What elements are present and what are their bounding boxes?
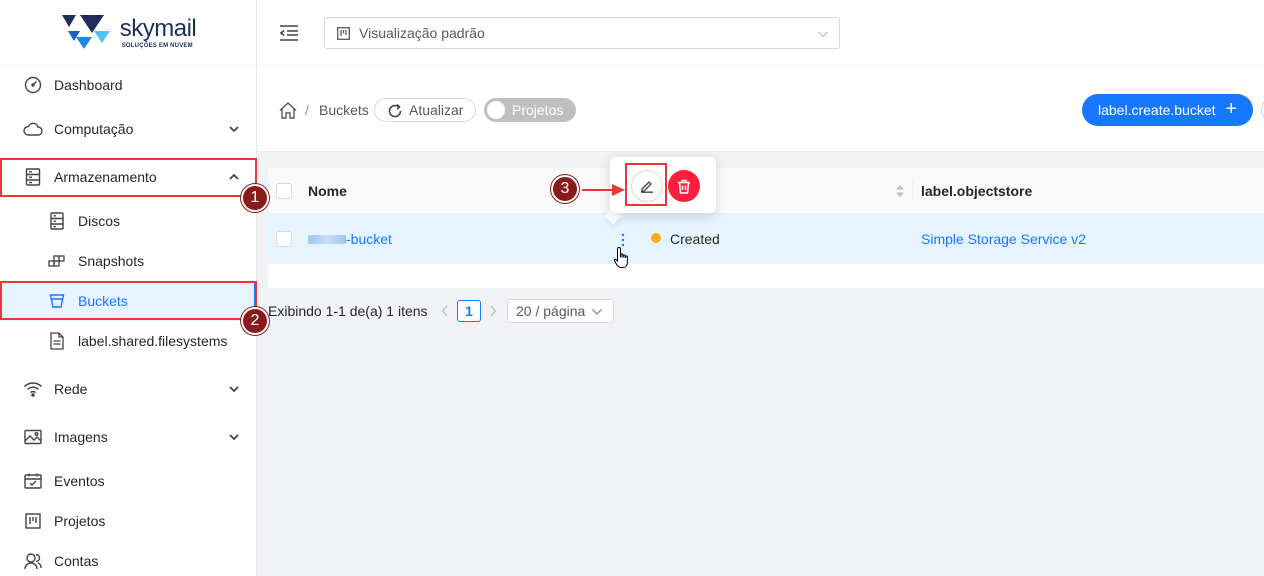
refresh-button[interactable]: Atualizar [374,98,476,122]
sidebar-item-label: Projetos [54,513,106,529]
page-1-button[interactable]: 1 [457,300,481,322]
status-text: Created [670,231,720,247]
status-dot-icon [651,233,661,243]
highlight-armazenamento [0,158,257,197]
refresh-label: Atualizar [409,102,464,118]
sidebar-item-snapshots[interactable]: Snapshots [0,241,257,281]
sidebar-item-label: Snapshots [78,253,145,269]
objectstore-link[interactable]: Simple Storage Service v2 [921,231,1086,247]
chevron-left-icon[interactable] [440,304,450,318]
select-all-checkbox[interactable] [276,183,292,199]
chevron-down-icon [229,126,239,133]
annotation-arrow-icon [582,184,625,196]
chevron-down-icon [592,309,602,315]
sidebar-item-shared-filesystems[interactable]: label.shared.filesystems [0,321,257,361]
sidebar-item-dashboard[interactable]: Dashboard [0,65,257,105]
sidebar-item-computacao[interactable]: Computação [0,109,257,149]
project-icon [337,27,350,40]
column-header-objectstore[interactable]: label.objectstore [921,183,1032,199]
chevron-right-icon[interactable] [488,304,498,318]
highlight-buckets [0,281,257,320]
cloud-icon [23,120,43,138]
chevron-down-icon [229,386,239,393]
annotation-badge-2: 2 [241,307,269,335]
view-selector-value: Visualização padrão [359,25,485,41]
chevron-down-icon [818,31,828,38]
projects-toggle-label: Projetos [512,102,564,118]
snapshot-icon [47,252,67,270]
page-header: / Buckets Atualizar Projetos label.creat… [257,66,1264,152]
sidebar-item-label: Contas [54,553,99,569]
sidebar-item-rede[interactable]: Rede [0,369,257,409]
sidebar-item-discos[interactable]: Discos [0,201,257,241]
sidebar: skymail SOLUÇÕES EM NUVEM Dashboard Comp… [0,0,257,576]
bucket-name-link[interactable]: -bucket [308,231,392,247]
menu-fold-icon[interactable] [279,24,299,42]
column-divider [912,180,913,202]
annotation-badge-1: 1 [241,184,269,212]
table-row[interactable]: -bucket Created Simple Storage Service v… [268,214,1264,264]
projects-toggle[interactable]: Projetos [484,98,576,122]
highlight-edit [625,163,667,206]
sidebar-item-label: Rede [54,381,88,397]
sidebar-item-label: Eventos [54,473,105,489]
breadcrumb-separator: / [305,102,309,118]
logo[interactable]: skymail SOLUÇÕES EM NUVEM [0,0,256,66]
pagination-summary: Exibindo 1-1 de(a) 1 itens [268,303,428,319]
sidebar-item-label: Imagens [54,429,108,445]
reload-icon [388,103,402,118]
sidebar-item-imagens[interactable]: Imagens [0,417,257,457]
sidebar-item-label: Dashboard [54,77,123,93]
create-bucket-button[interactable]: label.create.bucket + [1082,94,1253,126]
users-icon [23,552,43,570]
sidebar-item-projetos[interactable]: Projetos [0,501,257,541]
file-icon [47,332,67,350]
create-bucket-label: label.create.bucket [1098,102,1216,118]
annotation-badge-3: 3 [551,175,579,203]
disk-icon [47,212,67,230]
top-header: Visualização padrão [257,0,1264,66]
column-header-nome[interactable]: Nome [308,183,347,199]
brand-name: skymail [119,14,197,42]
redacted-name [308,234,346,244]
table-header: Nome label.objectstore [268,168,1264,214]
brand-tagline: SOLUÇÕES EM NUVEM [121,42,193,49]
view-selector[interactable]: Visualização padrão [324,17,840,49]
delete-button[interactable] [668,170,700,202]
sidebar-item-contas[interactable]: Contas [0,541,257,576]
project-icon [23,512,43,530]
sidebar-item-label: Computação [54,121,134,137]
sort-icon[interactable] [895,184,905,198]
sidebar-item-eventos[interactable]: Eventos [0,461,257,501]
breadcrumb: Buckets [319,102,369,118]
sidebar-item-label: label.shared.filesystems [78,333,228,349]
sidebar-item-label: Discos [78,213,121,229]
home-icon[interactable] [279,102,297,119]
calendar-icon [23,472,43,490]
chevron-down-icon [229,434,239,441]
skymail-logo-icon [61,14,110,49]
page-size-select[interactable]: 20 / página [507,299,614,323]
image-icon [23,428,43,446]
plus-icon: + [1225,98,1237,120]
buckets-table: Nome label.objectstore -bucket Created S… [268,168,1264,288]
dashboard-icon [23,76,43,94]
hand-cursor-icon [613,246,628,268]
row-checkbox[interactable] [276,231,292,247]
trash-icon [678,179,690,194]
wifi-icon [23,380,43,398]
